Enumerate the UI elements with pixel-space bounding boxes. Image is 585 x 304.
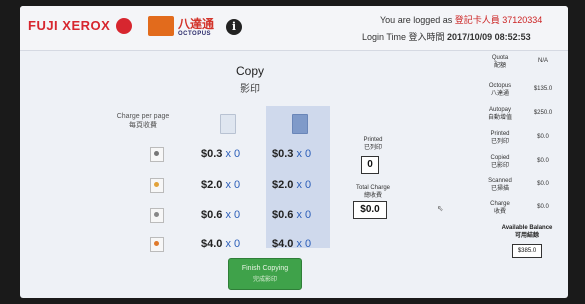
printed-value: $0.0 bbox=[537, 134, 549, 140]
double-sided-doc-icon[interactable] bbox=[292, 114, 308, 134]
row2-col1-cell[interactable]: $2.0 x 0 bbox=[201, 179, 240, 191]
page-title: Copy bbox=[236, 64, 265, 78]
login-time-value: 2017/10/09 08:52:53 bbox=[447, 32, 531, 42]
printed-label: Printed 已列印 bbox=[490, 131, 510, 145]
row4-col2-qty: x 0 bbox=[296, 238, 312, 250]
scanned-value: $0.0 bbox=[537, 181, 549, 187]
row4-col2-cell[interactable]: $4.0 x 0 bbox=[272, 238, 311, 250]
finish-copying-button[interactable]: Finish Copying 完成影印 bbox=[228, 258, 302, 290]
brand-logo-text: FUJI XEROX bbox=[28, 18, 111, 33]
login-time-line: Login Time 登入時間 2017/10/09 08:52:53 bbox=[362, 30, 531, 43]
header-bar: FUJI XEROX 八達通 OCTOPUS i You are logged … bbox=[20, 6, 568, 51]
charge-label: Charge 收費 bbox=[490, 201, 510, 215]
row1-col2-price: $0.3 bbox=[272, 148, 294, 160]
row4-col2-price: $4.0 bbox=[272, 238, 294, 250]
total-charge-value: $0.0 bbox=[353, 201, 387, 219]
xerox-logo-icon bbox=[116, 18, 132, 34]
paper-size-a3-color-icon bbox=[150, 237, 164, 252]
available-balance-label: Available Balance 可用結餘 bbox=[501, 225, 553, 239]
copied-label: Copied 已影印 bbox=[490, 155, 510, 169]
total-charge-label: Total Charge 總收費 bbox=[355, 185, 391, 199]
printed-count-label: Printed 已列印 bbox=[363, 137, 383, 151]
printed-count-value: 0 bbox=[361, 156, 379, 174]
row2-col1-price: $2.0 bbox=[201, 179, 223, 191]
row3-col2-cell[interactable]: $0.6 x 0 bbox=[272, 209, 311, 221]
scanned-label: Scanned 已掃描 bbox=[488, 178, 512, 192]
row4-col1-price: $4.0 bbox=[201, 238, 223, 250]
row1-col1-qty: x 0 bbox=[225, 148, 241, 160]
mouse-cursor-icon: ⇖ bbox=[437, 204, 444, 213]
charge-value: $0.0 bbox=[537, 204, 549, 210]
row4-col1-cell[interactable]: $4.0 x 0 bbox=[201, 238, 240, 250]
row1-col2-cell[interactable]: $0.3 x 0 bbox=[272, 148, 311, 160]
row1-col1-price: $0.3 bbox=[201, 148, 223, 160]
autopay-value: $250.0 bbox=[533, 110, 553, 116]
row1-col1-cell[interactable]: $0.3 x 0 bbox=[201, 148, 240, 160]
finish-copying-label: Finish Copying bbox=[241, 265, 289, 272]
row2-col2-price: $2.0 bbox=[272, 179, 294, 191]
available-balance-value: $385.0 bbox=[512, 244, 542, 258]
row4-col1-qty: x 0 bbox=[225, 238, 241, 250]
login-time-label: Login Time 登入時間 bbox=[362, 32, 445, 42]
copied-value: $0.0 bbox=[537, 158, 549, 164]
logged-as-line: You are logged as 登記卡人員 37120334 bbox=[380, 13, 542, 26]
single-sided-doc-icon[interactable] bbox=[220, 114, 236, 134]
row3-col1-cell[interactable]: $0.6 x 0 bbox=[201, 209, 240, 221]
octopus-logo-icon bbox=[148, 16, 174, 36]
octopus-label: Octopus 八達通 bbox=[488, 83, 512, 97]
row2-col2-cell[interactable]: $2.0 x 0 bbox=[272, 179, 311, 191]
octopus-logo-cn: 八達通 bbox=[178, 17, 215, 31]
paper-size-a4-color-icon bbox=[150, 178, 164, 193]
info-icon[interactable]: i bbox=[226, 19, 242, 35]
row1-col2-qty: x 0 bbox=[296, 148, 312, 160]
autopay-label: Autopay 自動增值 bbox=[487, 107, 512, 121]
row2-col1-qty: x 0 bbox=[225, 179, 241, 191]
row3-col2-price: $0.6 bbox=[272, 209, 294, 221]
charge-per-page-label: Charge per page 每頁收費 bbox=[116, 113, 170, 129]
logged-user: 登記卡人員 37120334 bbox=[454, 15, 543, 25]
quota-label: Quota 配額 bbox=[491, 55, 509, 69]
kiosk-screen: FUJI XEROX 八達通 OCTOPUS i You are logged … bbox=[20, 6, 568, 298]
row3-col1-qty: x 0 bbox=[225, 209, 241, 221]
octopus-logo-en: OCTOPUS bbox=[178, 31, 212, 37]
logged-as-label: You are logged as bbox=[380, 15, 453, 25]
paper-size-a3-bw-icon bbox=[150, 208, 164, 223]
row3-col2-qty: x 0 bbox=[296, 209, 312, 221]
finish-copying-label-cn: 完成影印 bbox=[252, 277, 277, 283]
octopus-value: $135.0 bbox=[533, 86, 553, 92]
quota-value: N/A bbox=[537, 58, 548, 64]
row2-col2-qty: x 0 bbox=[296, 179, 312, 191]
page-title-cn: 影印 bbox=[240, 84, 260, 95]
paper-size-a4-bw-icon bbox=[150, 147, 164, 162]
row3-col1-price: $0.6 bbox=[201, 209, 223, 221]
